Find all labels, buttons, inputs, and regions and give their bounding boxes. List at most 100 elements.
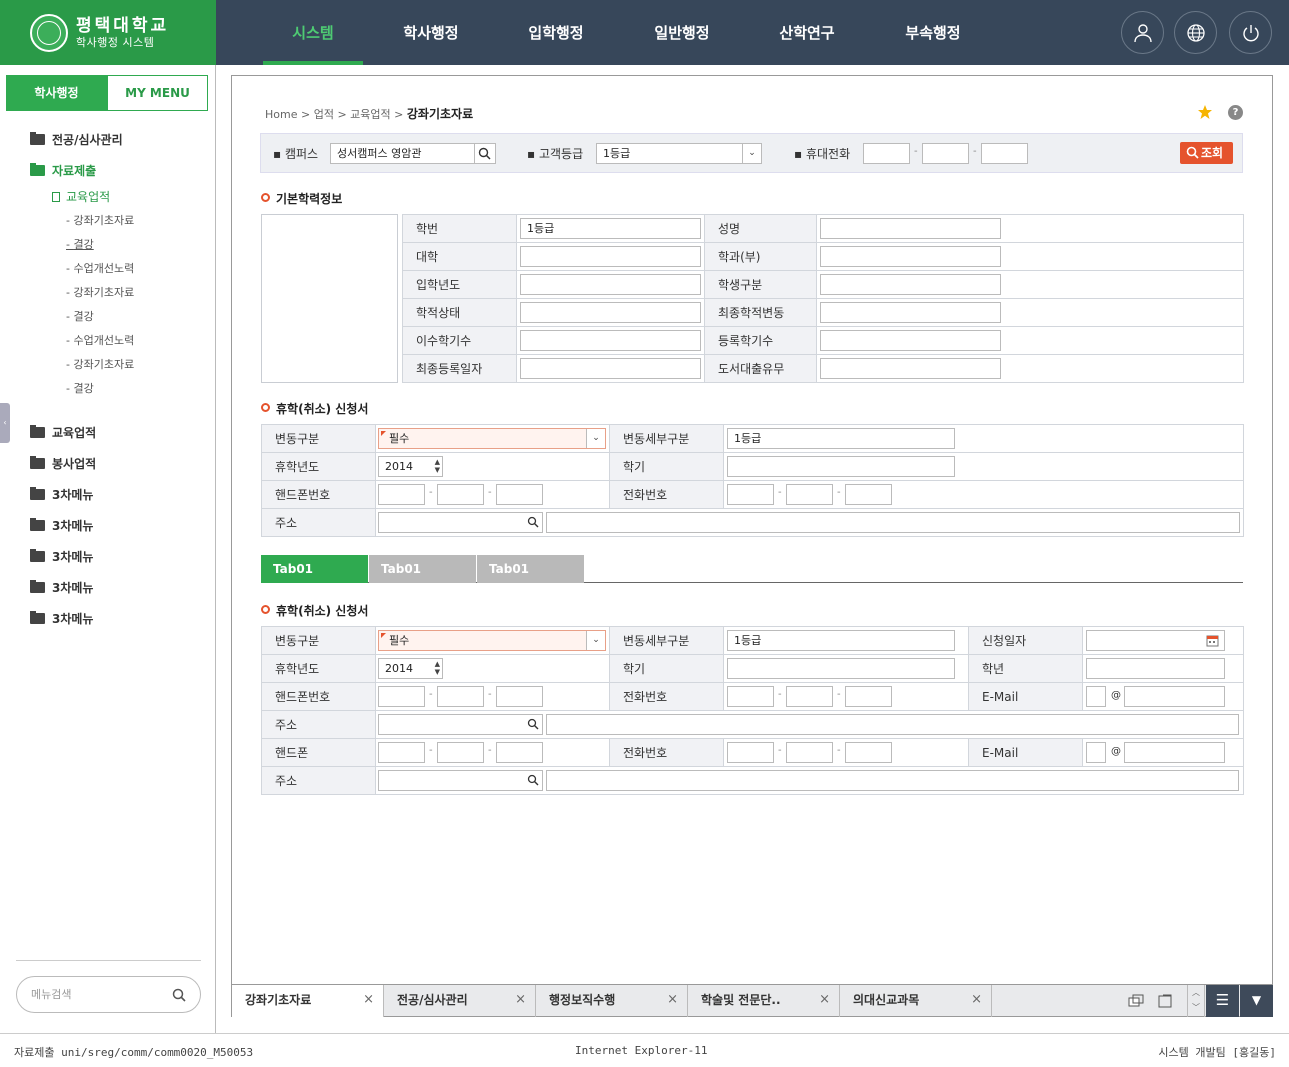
phone-field-1[interactable] (727, 686, 774, 707)
breadcrumb-item[interactable]: 교육업적 (350, 108, 390, 121)
search-button[interactable]: 조회 (1180, 142, 1233, 164)
close-icon[interactable]: × (667, 985, 678, 1015)
tab-02[interactable]: Tab01 (369, 555, 476, 583)
window-tab[interactable]: 행정보직수행 × (536, 985, 688, 1017)
change-type-select[interactable]: 필수 ⌄ (378, 630, 606, 651)
tab-my-menu[interactable]: MY MENU (107, 75, 208, 111)
phone-field-1[interactable] (727, 484, 774, 505)
breadcrumb-home[interactable]: Home (265, 108, 297, 121)
tab-01[interactable]: Tab01 (261, 555, 368, 583)
menu-third[interactable]: 3차메뉴 (30, 485, 93, 503)
menu-third[interactable]: 3차메뉴 (30, 609, 93, 627)
cascade-windows-icon[interactable] (1128, 994, 1144, 1008)
email-domain-field[interactable] (1124, 686, 1225, 707)
zipcode-field[interactable] (378, 770, 543, 791)
stepper-icon[interactable]: ▲ ▼ (435, 660, 440, 676)
year-stepper[interactable]: 2014 ▲ ▼ (378, 456, 443, 477)
phone-field-2[interactable] (786, 484, 833, 505)
info-field[interactable] (820, 358, 1001, 379)
address-field[interactable] (546, 770, 1239, 791)
close-icon[interactable]: × (515, 985, 526, 1015)
nav-admission[interactable]: 입학행정 (506, 0, 606, 65)
mobile-field-2[interactable] (437, 742, 484, 763)
user-icon[interactable] (1121, 11, 1164, 54)
change-type-select[interactable]: 필수 ⌄ (378, 428, 606, 449)
tab-academic[interactable]: 학사행정 (6, 75, 107, 111)
close-icon[interactable]: × (971, 985, 982, 1015)
phone-field-2[interactable] (786, 742, 833, 763)
semester-field[interactable] (727, 456, 955, 477)
menu-third[interactable]: 3차메뉴 (30, 547, 93, 565)
campus-field[interactable]: 성서캠퍼스 영암관 (330, 143, 496, 164)
info-field[interactable] (520, 358, 701, 379)
menu-sub-item[interactable]: - 결강 (66, 380, 94, 396)
info-field[interactable] (520, 274, 701, 295)
phone-field-1[interactable] (727, 742, 774, 763)
window-tab[interactable]: 학술및 전문단.. × (688, 985, 840, 1017)
semester-field[interactable] (727, 658, 955, 679)
mobile-field-1[interactable] (378, 742, 425, 763)
help-icon[interactable]: ? (1228, 105, 1243, 120)
globe-icon[interactable] (1174, 11, 1217, 54)
nav-system[interactable]: 시스템 (263, 0, 363, 65)
mobile-field-3[interactable] (496, 742, 543, 763)
address-field[interactable] (546, 714, 1239, 735)
phone-field-2[interactable] (786, 686, 833, 707)
menu-edu-achievement[interactable]: 교육업적 (52, 188, 110, 205)
close-icon[interactable]: × (819, 985, 830, 1015)
phone-field-3[interactable] (845, 742, 892, 763)
close-icon[interactable]: × (363, 985, 374, 1015)
phone-field-3[interactable] (845, 686, 892, 707)
email-id-field[interactable] (1086, 686, 1106, 707)
info-field[interactable] (820, 330, 1001, 351)
mobile-field-2[interactable] (437, 484, 484, 505)
mobile-field-2[interactable] (922, 143, 969, 164)
menu-icon[interactable]: ☰ (1206, 985, 1239, 1017)
info-field[interactable] (520, 302, 701, 323)
year-stepper[interactable]: 2014 ▲ ▼ (378, 658, 443, 679)
mobile-field-2[interactable] (437, 686, 484, 707)
tab-scroll-arrows[interactable]: ︿ ﹀ (1187, 985, 1205, 1017)
menu-sub-item[interactable]: - 강좌기초자료 (66, 212, 134, 228)
change-detail-field[interactable]: 1등급 (727, 428, 955, 449)
info-field[interactable] (520, 246, 701, 267)
menu-third[interactable]: 3차메뉴 (30, 578, 93, 596)
info-field[interactable] (820, 218, 1001, 239)
menu-sub-item[interactable]: - 수업개선노력 (66, 332, 134, 348)
address-field[interactable] (546, 512, 1240, 533)
change-detail-field[interactable]: 1등급 (727, 630, 955, 651)
mobile-field-1[interactable] (863, 143, 910, 164)
info-field[interactable] (820, 302, 1001, 323)
info-field[interactable] (520, 330, 701, 351)
grade-select[interactable]: 1등급 ⌄ (596, 143, 762, 164)
phone-field-3[interactable] (845, 484, 892, 505)
zipcode-field[interactable] (378, 512, 543, 533)
nav-research[interactable]: 산학연구 (757, 0, 857, 65)
dropdown-icon[interactable]: ▼ (1240, 985, 1273, 1017)
mobile-field-3[interactable] (981, 143, 1028, 164)
logo[interactable]: 평택대학교 학사행정 시스템 (0, 0, 216, 65)
menu-service[interactable]: 봉사업적 (30, 454, 96, 472)
nav-affiliated[interactable]: 부속행정 (883, 0, 983, 65)
mobile-field-3[interactable] (496, 686, 543, 707)
info-field[interactable]: 1등급 (520, 218, 701, 239)
collapse-panel-handle[interactable]: ‹ (0, 403, 10, 443)
nav-academic[interactable]: 학사행정 (381, 0, 481, 65)
stepper-icon[interactable]: ▲ ▼ (435, 458, 440, 474)
search-icon[interactable] (474, 144, 495, 163)
menu-third[interactable]: 3차메뉴 (30, 516, 93, 534)
close-all-icon[interactable] (1157, 993, 1173, 1009)
info-field[interactable] (820, 274, 1001, 295)
window-tab[interactable]: 전공/심사관리 × (384, 985, 536, 1017)
power-icon[interactable] (1229, 11, 1272, 54)
menu-edu[interactable]: 교육업적 (30, 423, 96, 441)
email-id-field[interactable] (1086, 742, 1106, 763)
favorite-star-icon[interactable] (1197, 104, 1213, 120)
grade-field[interactable] (1086, 658, 1225, 679)
menu-sub-item[interactable]: - 결강 (66, 308, 94, 324)
info-field[interactable] (820, 246, 1001, 267)
menu-data-submit[interactable]: 자료제출 (30, 161, 96, 179)
zipcode-field[interactable] (378, 714, 543, 735)
mobile-field-1[interactable] (378, 686, 425, 707)
nav-general[interactable]: 일반행정 (632, 0, 732, 65)
